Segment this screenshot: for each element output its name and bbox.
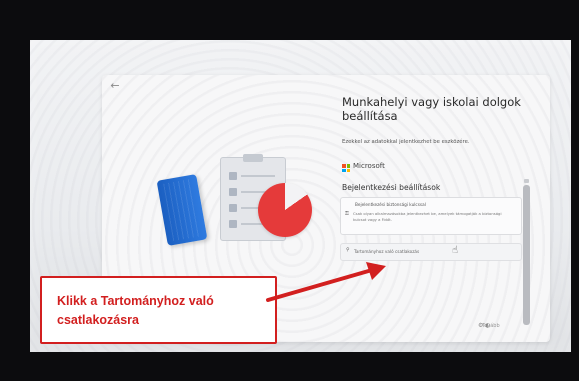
security-key-option[interactable]: Bejelentkezési biztonsági kulcssal ⚿ Csa… xyxy=(340,197,522,235)
back-button[interactable]: ← xyxy=(108,79,122,93)
notebook-illustration xyxy=(156,174,208,246)
domain-join-option[interactable]: ⚲ Tartományhoz való csatlakozás xyxy=(340,243,522,261)
security-key-description: Csak olyan alkalmazásokba jelentkezhet b… xyxy=(353,211,502,222)
page-title: Munkahelyi vagy iskolai dolgok beállítás… xyxy=(342,95,521,123)
setup-illustration xyxy=(132,153,322,293)
key-icon: ⚿ xyxy=(345,211,349,217)
microsoft-logo-icon xyxy=(342,164,350,172)
back-arrow-icon: ← xyxy=(110,79,120,92)
sign-in-options-heading: Bejelentkezési beállítások xyxy=(342,183,441,192)
taskbar-tray-icons: ⚙ ◐ xyxy=(478,322,491,329)
hand-cursor-icon: ☝ xyxy=(452,245,459,256)
page-subtitle: Ezekkel az adatokkal jelentkezhet be esz… xyxy=(342,139,470,145)
scrollbar[interactable] xyxy=(523,179,530,325)
annotation-text: Klikk a Tartományhoz való csatlakozásra xyxy=(57,294,214,327)
domain-join-label: Tartományhoz való csatlakozás xyxy=(354,249,420,254)
domain-icon: ⚲ xyxy=(346,247,350,253)
pie-chart-illustration xyxy=(258,183,312,237)
security-key-title: Bejelentkezési biztonsági kulcssal xyxy=(355,202,426,207)
provider-name: Microsoft xyxy=(353,162,385,170)
annotation-callout: Klikk a Tartományhoz való csatlakozásra xyxy=(40,276,277,344)
